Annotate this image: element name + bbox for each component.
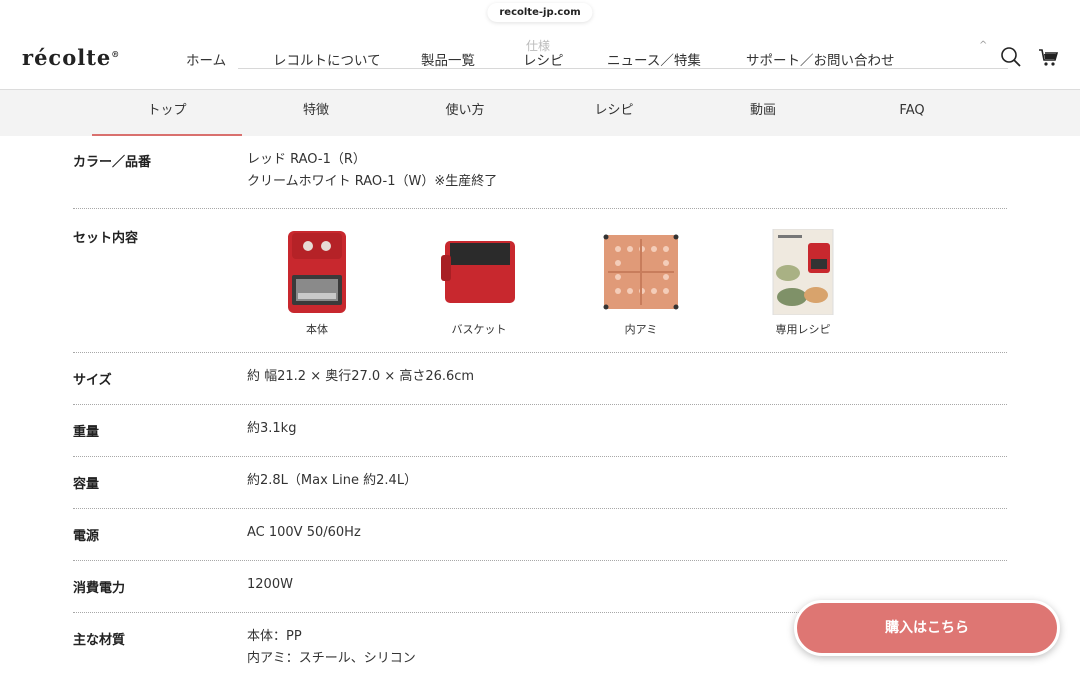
nav-home[interactable]: ホーム [186,49,273,69]
cart-icon[interactable] [1038,46,1060,68]
nav-support[interactable]: サポート／お問い合わせ [746,49,895,69]
spec-label: 消費電力 [73,581,126,596]
spec-value: 約3.1kg [247,421,297,436]
nav-about[interactable]: レコルトについて [273,49,421,69]
spec-value: レッド RAO-1（R） クリームホワイト RAO-1（W）※生産終了 [247,149,497,193]
spec-value: 約 幅21.2 × 奥行27.0 × 高さ26.6cm [247,369,475,384]
tab-faq[interactable]: FAQ [837,90,987,136]
spec-row-capacity: 容量 約2.8L（Max Line 約2.4L） [73,457,1007,509]
spec-label: サイズ [73,373,112,388]
tab-videos[interactable]: 動画 [688,90,838,136]
logo-text: récolte [22,45,112,70]
set-item-body: 本体 [272,229,362,337]
spec-label: セット内容 [73,231,139,246]
set-item-caption: 本体 [306,323,328,336]
air-fryer-body-image [288,231,346,313]
spec-value: 本体：PP 内アミ：スチール、シリコン [247,626,416,670]
spec-label: 電源 [73,529,100,544]
nav-divider [238,68,1008,69]
brand-logo[interactable]: récolte® [22,45,120,70]
nav-recipes[interactable]: レシピ [523,49,607,69]
color-red-line: レッド RAO-1（R） [247,152,366,167]
spec-label: 主な材質 [73,633,126,648]
set-item-basket: バスケット [434,229,524,337]
set-item-caption: 専用レシピ [775,323,831,336]
spec-label: 重量 [73,425,100,440]
material-body-line: 本体：PP [247,629,302,644]
spec-value: 1200W [247,577,293,592]
tab-recipes[interactable]: レシピ [539,90,689,136]
color-white-line: クリームホワイト RAO-1（W）※生産終了 [247,174,498,189]
material-rack-line: 内アミ：スチール、シリコン [247,651,416,666]
search-icon[interactable] [1000,46,1022,68]
spec-label: 容量 [73,477,100,492]
set-item-recipe-book: 専用レシピ [758,229,848,337]
tab-top[interactable]: トップ [92,90,242,136]
spec-row-set: セット内容 本体 バスケット 内アミ 専用レシピ [73,209,1007,353]
recipe-book-image [772,229,834,315]
buy-button[interactable]: 購入はこちら [794,600,1060,656]
spec-value: 約2.8L（Max Line 約2.4L） [247,473,418,488]
spec-row-color: カラー／品番 レッド RAO-1（R） クリームホワイト RAO-1（W）※生産… [73,136,1007,209]
product-subnav: トップ 特徴 使い方 レシピ 動画 FAQ [0,90,1080,136]
nav-news[interactable]: ニュース／特集 [607,49,746,69]
spec-row-weight: 重量 約3.1kg [73,405,1007,457]
spec-row-power: 電源 AC 100V 50/60Hz [73,509,1007,561]
set-item-caption: バスケット [451,323,507,336]
spec-label: カラー／品番 [73,155,152,170]
set-item-caption: 内アミ [624,323,658,336]
nav-products[interactable]: 製品一覧 [421,49,523,69]
set-item-rack: 内アミ [596,229,686,337]
tab-features[interactable]: 特徴 [241,90,391,136]
spec-row-size: サイズ 約 幅21.2 × 奥行27.0 × 高さ26.6cm [73,353,1007,405]
basket-image [441,241,515,303]
rack-image [603,234,679,310]
browser-url[interactable]: recolte-jp.com [487,3,593,22]
tab-howto[interactable]: 使い方 [390,90,540,136]
main-nav: ホーム レコルトについて 製品一覧 レシピ ニュース／特集 サポート／お問い合わ… [186,49,895,69]
chevron-up-icon[interactable]: ^ [979,40,987,51]
spec-value: AC 100V 50/60Hz [247,525,361,540]
